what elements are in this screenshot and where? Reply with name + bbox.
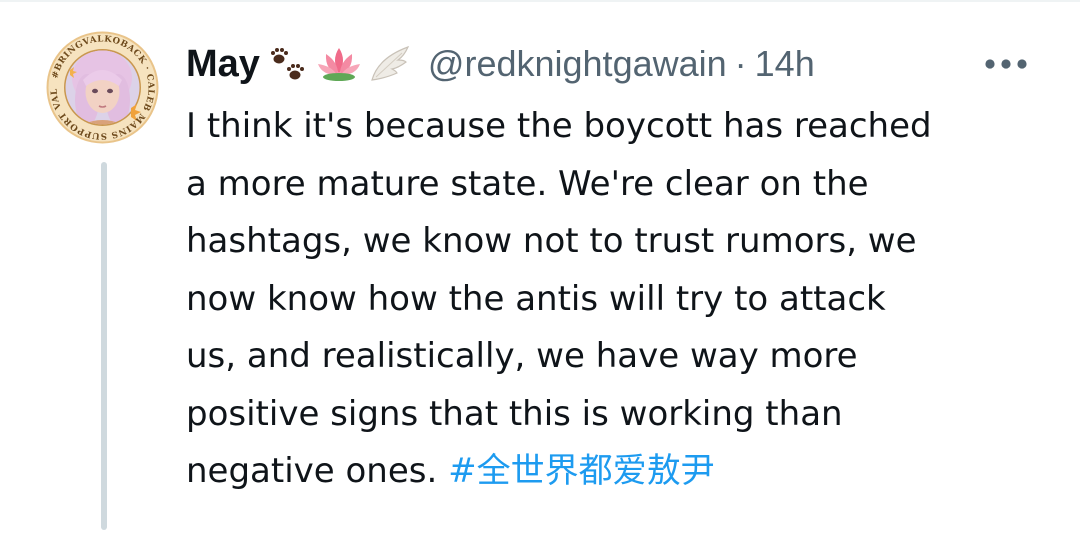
wing-icon	[371, 45, 410, 81]
tweet-text-line: positive signs that this is working than	[186, 393, 843, 434]
avatar-image: #BRINGVALKOBACK · CALEB MAINS SUPPORT VA…	[45, 30, 159, 144]
thread-connector-line	[101, 162, 107, 530]
hashtag-link[interactable]: #全世界都爱敖尹	[448, 451, 715, 491]
tweet-text-line: now know how the antis will try to attac…	[186, 278, 886, 319]
tweet-text-line: hashtags, we know not to trust rumors, w…	[186, 221, 917, 261]
header-separator: ·	[734, 43, 747, 84]
timestamp[interactable]: 14h	[755, 43, 815, 85]
author-handle[interactable]: @redknightgawain	[428, 43, 727, 85]
more-options-button[interactable]	[978, 48, 1034, 80]
paw-prints-icon	[270, 48, 304, 80]
display-name-emoji	[266, 42, 412, 86]
tweet-text-line: us, and realistically, we have way more	[186, 336, 858, 376]
tweet-text: I think it's because the boycott has rea…	[186, 98, 1046, 501]
tweet-text-fragment: negative ones.	[186, 451, 449, 491]
tweet-text-line: a more mature state. We're clear on the	[186, 163, 869, 204]
more-horizontal-icon	[985, 59, 1027, 69]
display-name[interactable]: May	[186, 43, 260, 86]
tweet-text-last-line: negative ones. #全世界都爱敖尹	[186, 443, 1046, 501]
avatar[interactable]: #BRINGVALKOBACK · CALEB MAINS SUPPORT VA…	[45, 30, 160, 145]
top-divider	[0, 0, 1080, 2]
tweet-header: May @redknightgawain · 14h	[186, 36, 815, 92]
tweet-text-line: I think it's because the boycott has rea…	[186, 106, 932, 146]
lotus-icon	[317, 48, 360, 81]
